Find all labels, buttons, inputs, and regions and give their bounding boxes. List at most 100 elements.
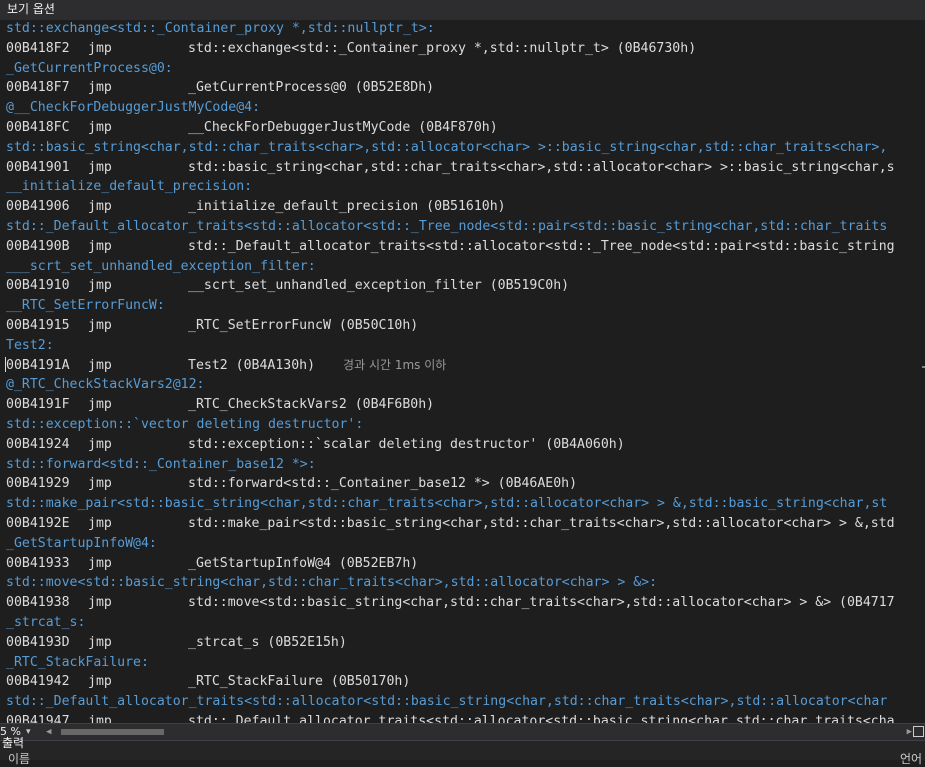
instruction-address: 00B41929 — [6, 476, 70, 492]
disasm-label-line[interactable]: std::exchange<std::_Container_proxy *,st… — [6, 19, 925, 39]
disasm-label-line[interactable]: Test2: — [6, 336, 925, 356]
disasm-instruction-line[interactable]: 00B41915 jmp _RTC_SetErrorFuncW (0B50C10h) — [6, 316, 925, 336]
disasm-instruction-line[interactable]: 00B41924 jmp std::exception::`scalar delet… — [6, 435, 925, 455]
instruction-opcode: jmp — [88, 199, 112, 215]
output-panel: 출력 이름 언어 — [0, 736, 925, 766]
instruction-operand: Test2 (0B4A130h) — [188, 357, 316, 373]
instruction-operand: std::basic_string<char,std::char_traits<… — [188, 159, 895, 175]
disasm-label-line[interactable]: __RTC_SetErrorFuncW: — [6, 296, 925, 316]
disasm-instruction-line[interactable]: 00B418F2 jmp std::exchange<std::_Container… — [6, 39, 925, 59]
scroll-left-icon[interactable]: ◀ — [46, 726, 51, 738]
disasm-label-line[interactable]: std::make_pair<std::basic_string<char,st… — [6, 494, 925, 514]
elapsed-time-hint: 경과 시간 1ms 이하 — [343, 357, 447, 372]
disasm-instruction-line[interactable]: 00B41942 jmp _RTC_StackFailure (0B50170h) — [6, 672, 925, 692]
instruction-opcode: jmp — [88, 476, 112, 492]
instruction-operand: _RTC_StackFailure (0B50170h) — [188, 674, 411, 690]
disasm-label-line[interactable]: std::exception::`vector deleting destruc… — [6, 415, 925, 435]
split-view-icon[interactable] — [913, 726, 924, 737]
instruction-opcode: jmp — [88, 634, 112, 650]
instruction-opcode: jmp — [88, 674, 112, 690]
instruction-address: 00B4193D — [6, 634, 70, 650]
editor-status-bar: 5 % ▾ ◀ ▶ — [0, 723, 925, 740]
disasm-label-line[interactable]: std::_Default_allocator_traits<std::allo… — [6, 217, 925, 237]
instruction-address: 00B41924 — [6, 436, 70, 452]
instruction-operand: _GetCurrentProcess@0 (0B52E8Dh) — [188, 80, 435, 96]
instruction-opcode: jmp — [88, 40, 112, 56]
instruction-operand: _strcat_s (0B52E15h) — [188, 634, 347, 650]
instruction-opcode: jmp — [88, 397, 112, 413]
instruction-opcode: jmp — [88, 238, 112, 254]
instruction-operand: std::_Default_allocator_traits<std::allo… — [188, 238, 895, 254]
instruction-address: 00B41947 — [6, 713, 70, 723]
disasm-label-line[interactable]: __initialize_default_precision: — [6, 177, 925, 197]
instruction-opcode: jmp — [88, 317, 112, 333]
disasm-label-line[interactable]: std::_Default_allocator_traits<std::allo… — [6, 692, 925, 712]
view-options-bar[interactable]: 보기 옵션 — [0, 0, 925, 20]
disasm-label-line[interactable]: _strcat_s: — [6, 613, 925, 633]
instruction-operand: __CheckForDebuggerJustMyCode (0B4F870h) — [188, 119, 498, 135]
disasm-instruction-line[interactable]: 00B418F7 jmp _GetCurrentProcess@0 (0B52E8D… — [6, 78, 925, 98]
instruction-operand: _GetStartupInfoW@4 (0B52EB7h) — [188, 555, 419, 571]
instruction-opcode: jmp — [88, 436, 112, 452]
scroll-right-icon[interactable]: ▶ — [907, 726, 912, 738]
disasm-label-line[interactable]: std::move<std::basic_string<char,std::ch… — [6, 573, 925, 593]
disasm-instruction-line[interactable]: 00B418FC jmp __CheckForDebuggerJustMyCode … — [6, 118, 925, 138]
instruction-operand: std::forward<std::_Container_base12 *> (… — [188, 476, 578, 492]
instruction-opcode: jmp — [88, 595, 112, 611]
disasm-instruction-line[interactable]: 00B41938 jmp std::move<std::basic_string<c… — [6, 593, 925, 613]
view-options-label[interactable]: 보기 옵션 — [7, 2, 55, 16]
instruction-address: 00B4191A — [6, 357, 70, 373]
instruction-opcode: jmp — [88, 713, 112, 723]
disasm-label-line[interactable]: _GetStartupInfoW@4: — [6, 534, 925, 554]
disasm-label-line[interactable]: std::basic_string<char,std::char_traits<… — [6, 138, 925, 158]
disasm-instruction-line[interactable]: 00B41901 jmp std::basic_string<char,std::c… — [6, 158, 925, 178]
disasm-label-line[interactable]: std::forward<std::_Container_base12 *>: — [6, 455, 925, 475]
instruction-address: 00B4192E — [6, 515, 70, 531]
instruction-address: 00B41933 — [6, 555, 70, 571]
chevron-down-icon[interactable]: ▾ — [26, 725, 31, 739]
instruction-opcode: jmp — [88, 278, 112, 294]
instruction-opcode: jmp — [88, 515, 112, 531]
instruction-opcode: jmp — [88, 80, 112, 96]
scrollbar-thumb[interactable] — [61, 729, 164, 735]
instruction-address: 00B4190B — [6, 238, 70, 254]
instruction-operand: std::make_pair<std::basic_string<char,st… — [188, 515, 895, 531]
instruction-address: 00B41906 — [6, 199, 70, 215]
disassembly-view[interactable]: std::exchange<std::_Container_proxy *,st… — [6, 19, 925, 723]
horizontal-scrollbar[interactable]: ◀ ▶ — [46, 726, 912, 738]
disasm-instruction-line[interactable]: 00B41910 jmp __scrt_set_unhandled_exceptio… — [6, 276, 925, 296]
text-caret — [5, 357, 6, 372]
instruction-opcode: jmp — [88, 119, 112, 135]
disasm-instruction-line[interactable]: 00B4191F jmp _RTC_CheckStackVars2 (0B4F6B0… — [6, 395, 925, 415]
disasm-instruction-line[interactable]: 00B4192E jmp std::make_pair<std::basic_str… — [6, 514, 925, 534]
instruction-operand: __scrt_set_unhandled_exception_filter (0… — [188, 278, 570, 294]
disasm-label-line[interactable]: @_RTC_CheckStackVars2@12: — [6, 375, 925, 395]
instruction-address: 00B41901 — [6, 159, 70, 175]
disasm-label-line[interactable]: _RTC_StackFailure: — [6, 653, 925, 673]
instruction-operand: std::move<std::basic_string<char,std::ch… — [188, 595, 895, 611]
disasm-instruction-line[interactable]: 00B41933 jmp _GetStartupInfoW@4 (0B52EB7h) — [6, 554, 925, 574]
disasm-instruction-line[interactable]: 00B4193D jmp _strcat_s (0B52E15h) — [6, 633, 925, 653]
instruction-address: 00B41915 — [6, 317, 70, 333]
instruction-operand: _RTC_SetErrorFuncW (0B50C10h) — [188, 317, 419, 333]
disasm-instruction-line[interactable]: 00B41947 jmp std::_Default_allocator_trait… — [6, 712, 925, 723]
instruction-address: 00B41938 — [6, 595, 70, 611]
disasm-instruction-line[interactable]: 00B4191A jmp Test2 (0B4A130h) 경과 시간 1ms 이하 — [6, 356, 925, 376]
disasm-label-line[interactable]: @__CheckForDebuggerJustMyCode@4: — [6, 98, 925, 118]
instruction-address: 00B41942 — [6, 674, 70, 690]
output-panel-title: 출력 — [2, 736, 25, 750]
disasm-label-line[interactable]: ___scrt_set_unhandled_exception_filter: — [6, 257, 925, 277]
disasm-label-line[interactable]: _GetCurrentProcess@0: — [6, 59, 925, 79]
instruction-address: 00B418F2 — [6, 40, 70, 56]
instruction-operand: std::_Default_allocator_traits<std::allo… — [188, 713, 895, 723]
disasm-instruction-line[interactable]: 00B41906 jmp _initialize_default_precision… — [6, 197, 925, 217]
instruction-operand: std::exchange<std::_Container_proxy *,st… — [188, 40, 697, 56]
instruction-operand: _RTC_CheckStackVars2 (0B4F6B0h) — [188, 397, 435, 413]
disasm-instruction-line[interactable]: 00B4190B jmp std::_Default_allocator_trait… — [6, 237, 925, 257]
instruction-address: 00B418FC — [6, 119, 70, 135]
instruction-address: 00B41910 — [6, 278, 70, 294]
disasm-instruction-line[interactable]: 00B41929 jmp std::forward<std::_Container_… — [6, 474, 925, 494]
instruction-opcode: jmp — [88, 357, 112, 373]
instruction-operand: std::exception::`scalar deleting destruc… — [188, 436, 625, 452]
instruction-operand: _initialize_default_precision (0B51610h) — [188, 199, 506, 215]
